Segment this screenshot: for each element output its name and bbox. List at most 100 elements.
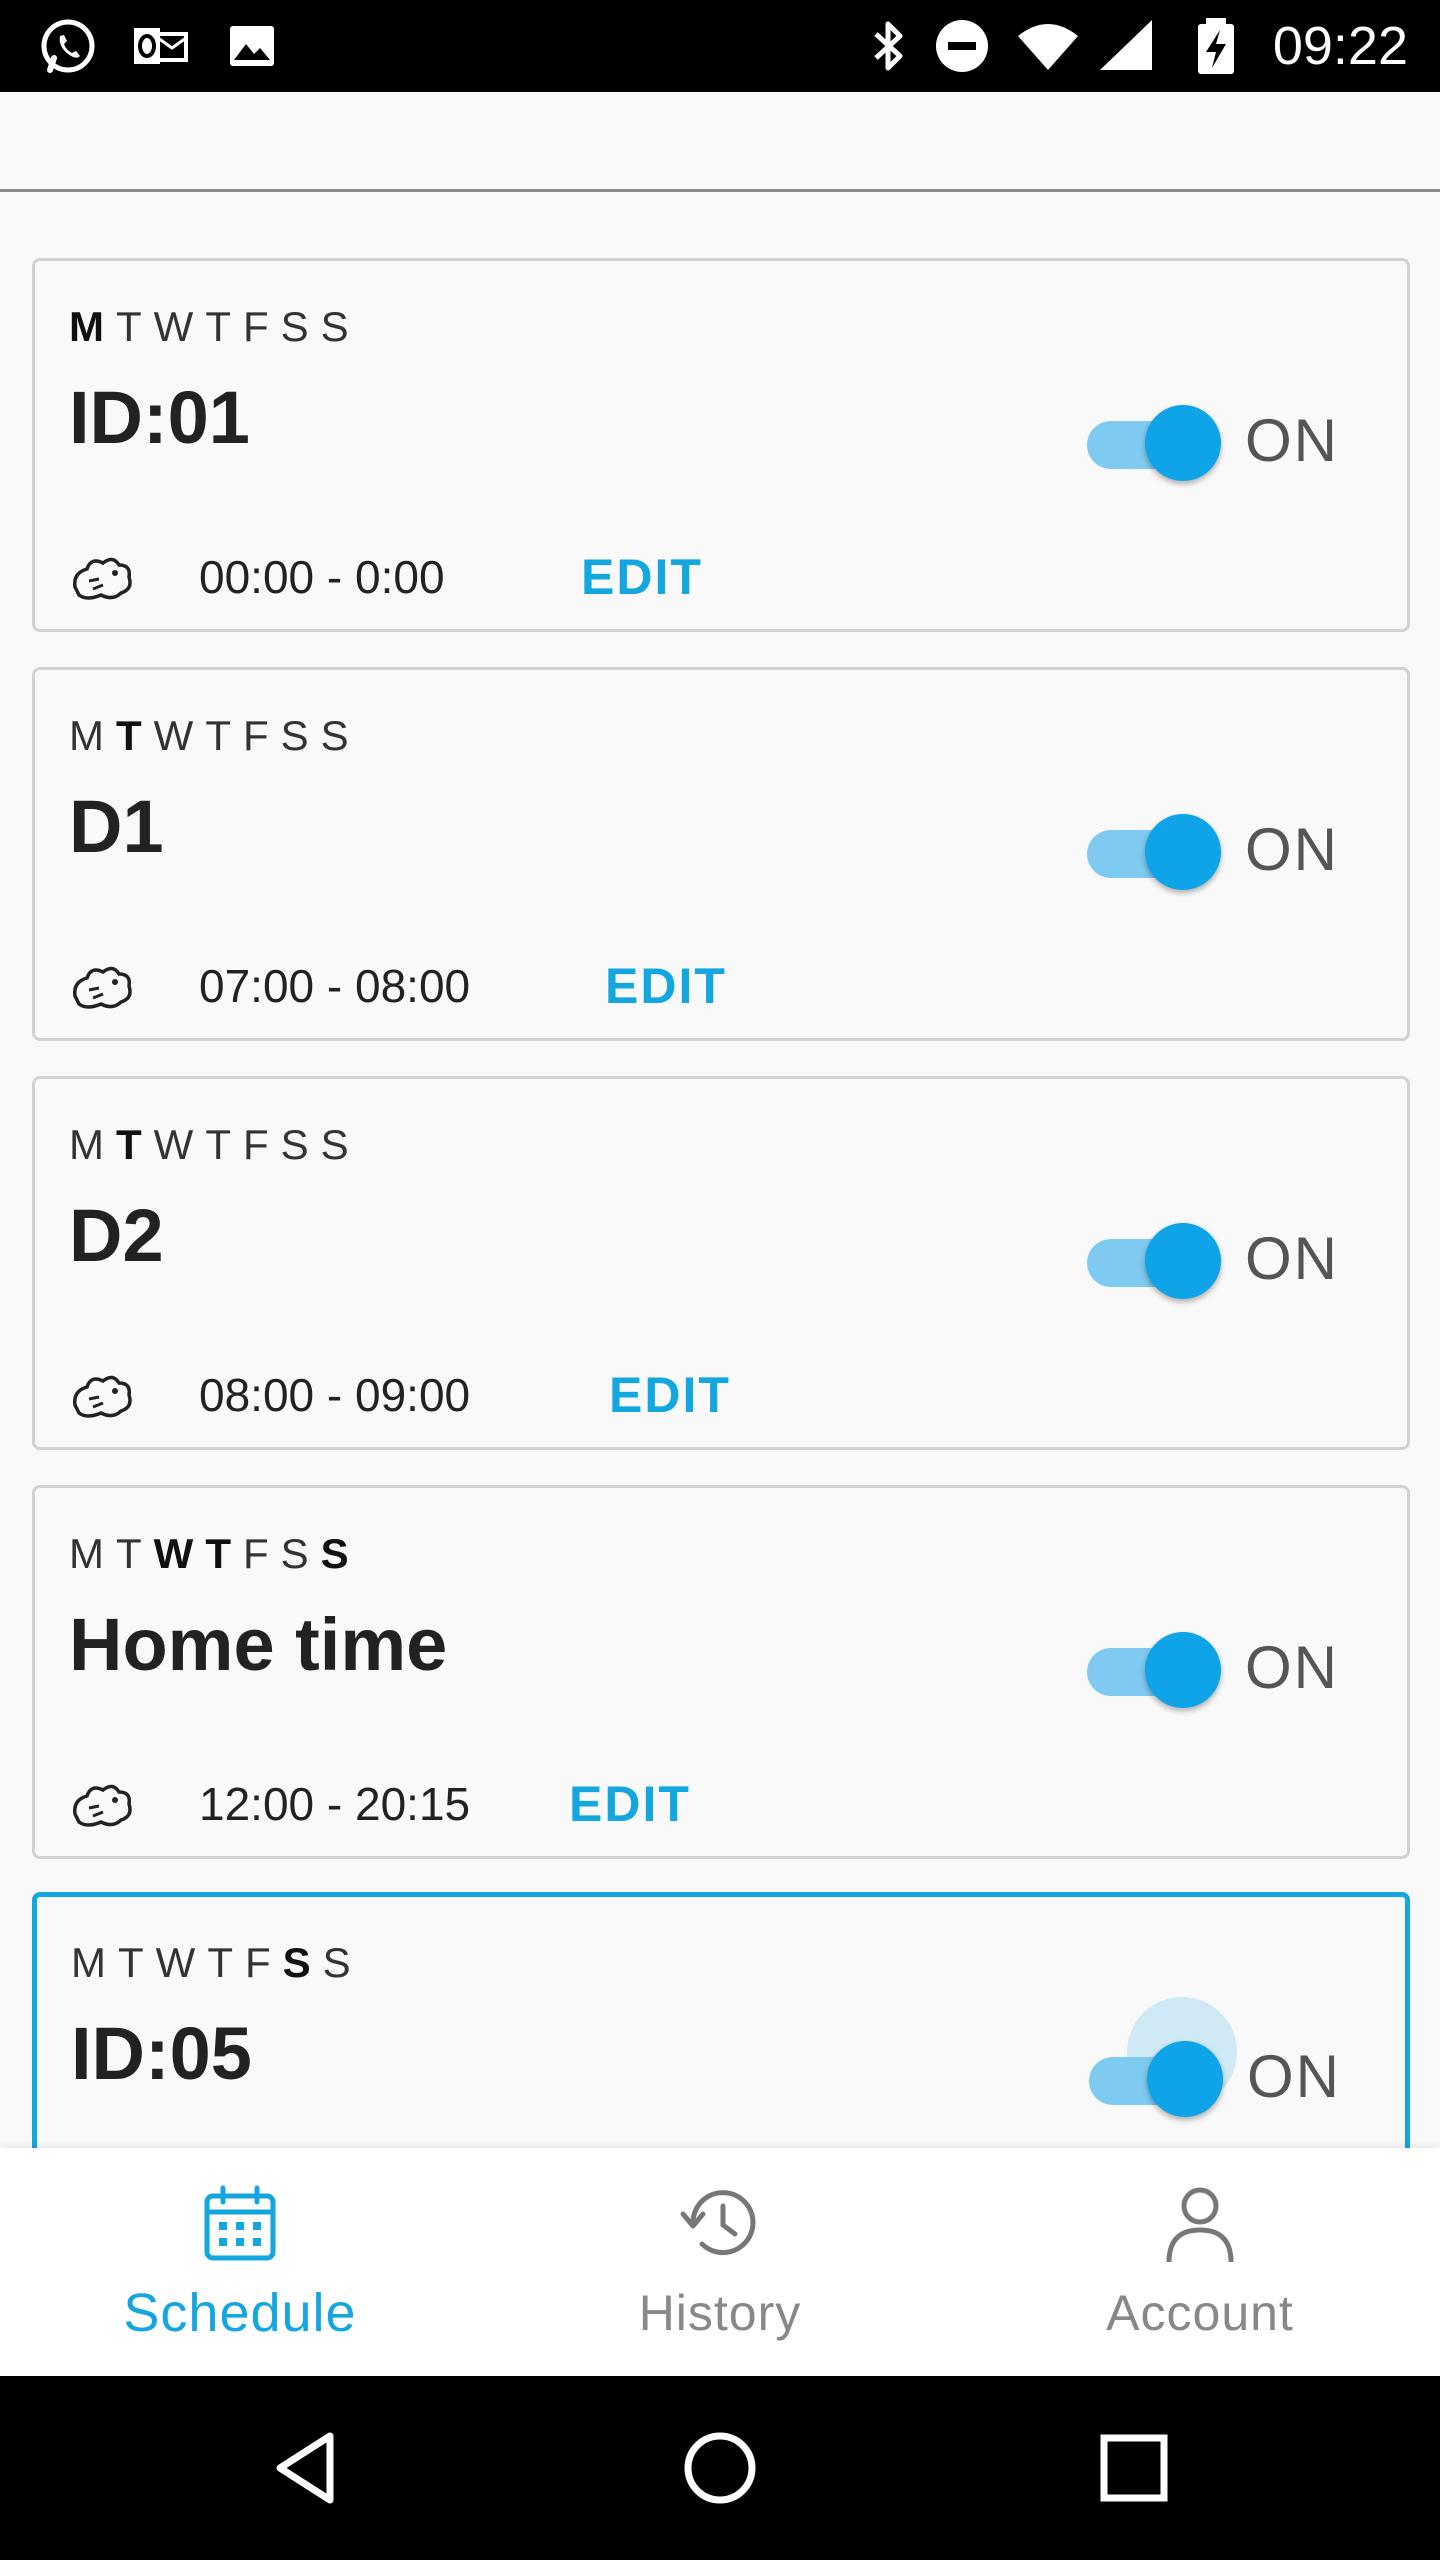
day-monday: M (69, 1530, 106, 1577)
day-tuesday: T (118, 1939, 146, 1986)
time-range: 00:00 - 0:00 (199, 551, 445, 603)
schedule-card[interactable]: M T W T F S S ID:01 ON 00:00 - 0:00 EDIT (32, 258, 1410, 632)
toggle-status-label: ON (1245, 1634, 1339, 1701)
day-sunday: S (320, 712, 351, 759)
day-sunday: S (320, 1121, 351, 1168)
day-saturday: S (280, 1530, 311, 1577)
toggle-thumb (1145, 1632, 1221, 1708)
toggle-status-label: ON (1245, 407, 1339, 474)
day-tuesday: T (116, 1530, 144, 1577)
nav-label-account: Account (1106, 2285, 1294, 2341)
home-icon[interactable] (670, 2418, 770, 2518)
weekday-row: M T W T F S S (71, 1933, 353, 1993)
schedule-title: D2 (69, 1194, 164, 1277)
gallery-icon (230, 26, 274, 66)
schedule-title: Home time (69, 1603, 448, 1686)
day-saturday: S (280, 303, 311, 350)
day-thursday: T (205, 1121, 233, 1168)
day-saturday: S (280, 712, 311, 759)
nav-item-account[interactable]: Account (960, 2148, 1440, 2376)
schedule-toggle[interactable] (1075, 810, 1221, 890)
nav-label-schedule: Schedule (123, 2283, 357, 2343)
nav-label-history: History (638, 2285, 802, 2341)
day-wednesday: W (155, 1939, 198, 1986)
edit-button[interactable]: EDIT (609, 1365, 731, 1425)
outlook-icon (134, 28, 188, 64)
day-wednesday: W (153, 712, 196, 759)
bluetooth-icon (874, 21, 903, 71)
weekday-row: M T W T F S S (69, 297, 351, 357)
do-not-disturb-icon (936, 20, 988, 72)
day-tuesday: T (116, 1121, 144, 1168)
day-saturday: S (280, 1121, 311, 1168)
time-range: 12:00 - 20:15 (199, 1778, 471, 1830)
day-friday: F (244, 1939, 273, 1986)
history-icon (680, 2190, 756, 2256)
weekday-row: M T W T F S S (69, 1115, 351, 1175)
schedule-card[interactable]: M T W T F S S D2 ON 08:00 - 09:00 EDIT (32, 1076, 1410, 1450)
day-thursday: T (205, 712, 233, 759)
day-sunday: S (320, 1530, 351, 1577)
pet-icon (73, 1784, 132, 1827)
day-sunday: S (320, 303, 351, 350)
weekday-row: M T W T F S S (69, 1524, 351, 1584)
time-range: 07:00 - 08:00 (199, 960, 471, 1012)
schedule-title: ID:01 (69, 376, 250, 459)
toggle-thumb (1147, 2041, 1223, 2117)
day-monday: M (71, 1939, 108, 1986)
day-friday: F (242, 1530, 271, 1577)
day-sunday: S (322, 1939, 353, 1986)
schedule-toggle[interactable] (1075, 1628, 1221, 1708)
toggle-thumb (1145, 405, 1221, 481)
day-wednesday: W (153, 1530, 196, 1577)
status-bar: 09:22 (0, 0, 1440, 92)
toggle-thumb (1145, 1223, 1221, 1299)
day-wednesday: W (153, 1121, 196, 1168)
whatsapp-icon (41, 19, 95, 73)
recents-icon[interactable] (1084, 2418, 1184, 2518)
toggle-status-label: ON (1247, 2043, 1341, 2110)
signal-icon (1100, 20, 1152, 70)
schedule-card[interactable]: M T W T F S S ID:05 ON (32, 1892, 1410, 2192)
day-wednesday: W (153, 303, 196, 350)
edit-button[interactable]: EDIT (569, 1774, 691, 1834)
edit-button[interactable]: EDIT (605, 956, 727, 1016)
person-icon (1166, 2187, 1234, 2263)
calendar-icon (204, 2185, 276, 2261)
schedule-card[interactable]: M T W T F S S D1 ON 07:00 - 08:00 EDIT (32, 667, 1410, 1041)
day-monday: M (69, 1121, 106, 1168)
wifi-icon (1018, 24, 1078, 70)
weekday-row: M T W T F S S (69, 706, 351, 766)
pet-icon (73, 966, 132, 1009)
status-time: 09:22 (1272, 16, 1408, 76)
time-range: 08:00 - 09:00 (199, 1369, 471, 1421)
day-friday: F (242, 303, 271, 350)
day-tuesday: T (116, 712, 144, 759)
day-saturday: S (282, 1939, 313, 1986)
day-friday: F (242, 712, 271, 759)
day-thursday: T (205, 303, 233, 350)
bottom-navigation: Schedule History Account (0, 2148, 1440, 2376)
schedule-title: ID:05 (71, 2012, 252, 2095)
nav-item-history[interactable]: History (480, 2148, 960, 2376)
battery-charging-icon (1198, 18, 1234, 74)
schedule-card[interactable]: M T W T F S S Home time ON 12:00 - 20:15… (32, 1485, 1410, 1859)
schedule-toggle[interactable] (1075, 1219, 1221, 1299)
nav-item-schedule[interactable]: Schedule (0, 2148, 480, 2376)
schedule-title: D1 (69, 785, 164, 868)
schedule-toggle[interactable] (1075, 401, 1221, 481)
day-friday: F (242, 1121, 271, 1168)
system-navigation-bar (0, 2376, 1440, 2560)
pet-icon (73, 557, 132, 600)
day-thursday: T (207, 1939, 235, 1986)
day-monday: M (69, 712, 106, 759)
back-icon[interactable] (258, 2418, 358, 2518)
schedule-toggle[interactable] (1077, 1997, 1237, 2117)
toggle-thumb (1145, 814, 1221, 890)
toggle-status-label: ON (1245, 1225, 1339, 1292)
edit-button[interactable]: EDIT (581, 547, 703, 607)
toggle-status-label: ON (1245, 816, 1339, 883)
app-header (0, 92, 1440, 192)
pet-icon (73, 1375, 132, 1418)
day-thursday: T (205, 1530, 233, 1577)
